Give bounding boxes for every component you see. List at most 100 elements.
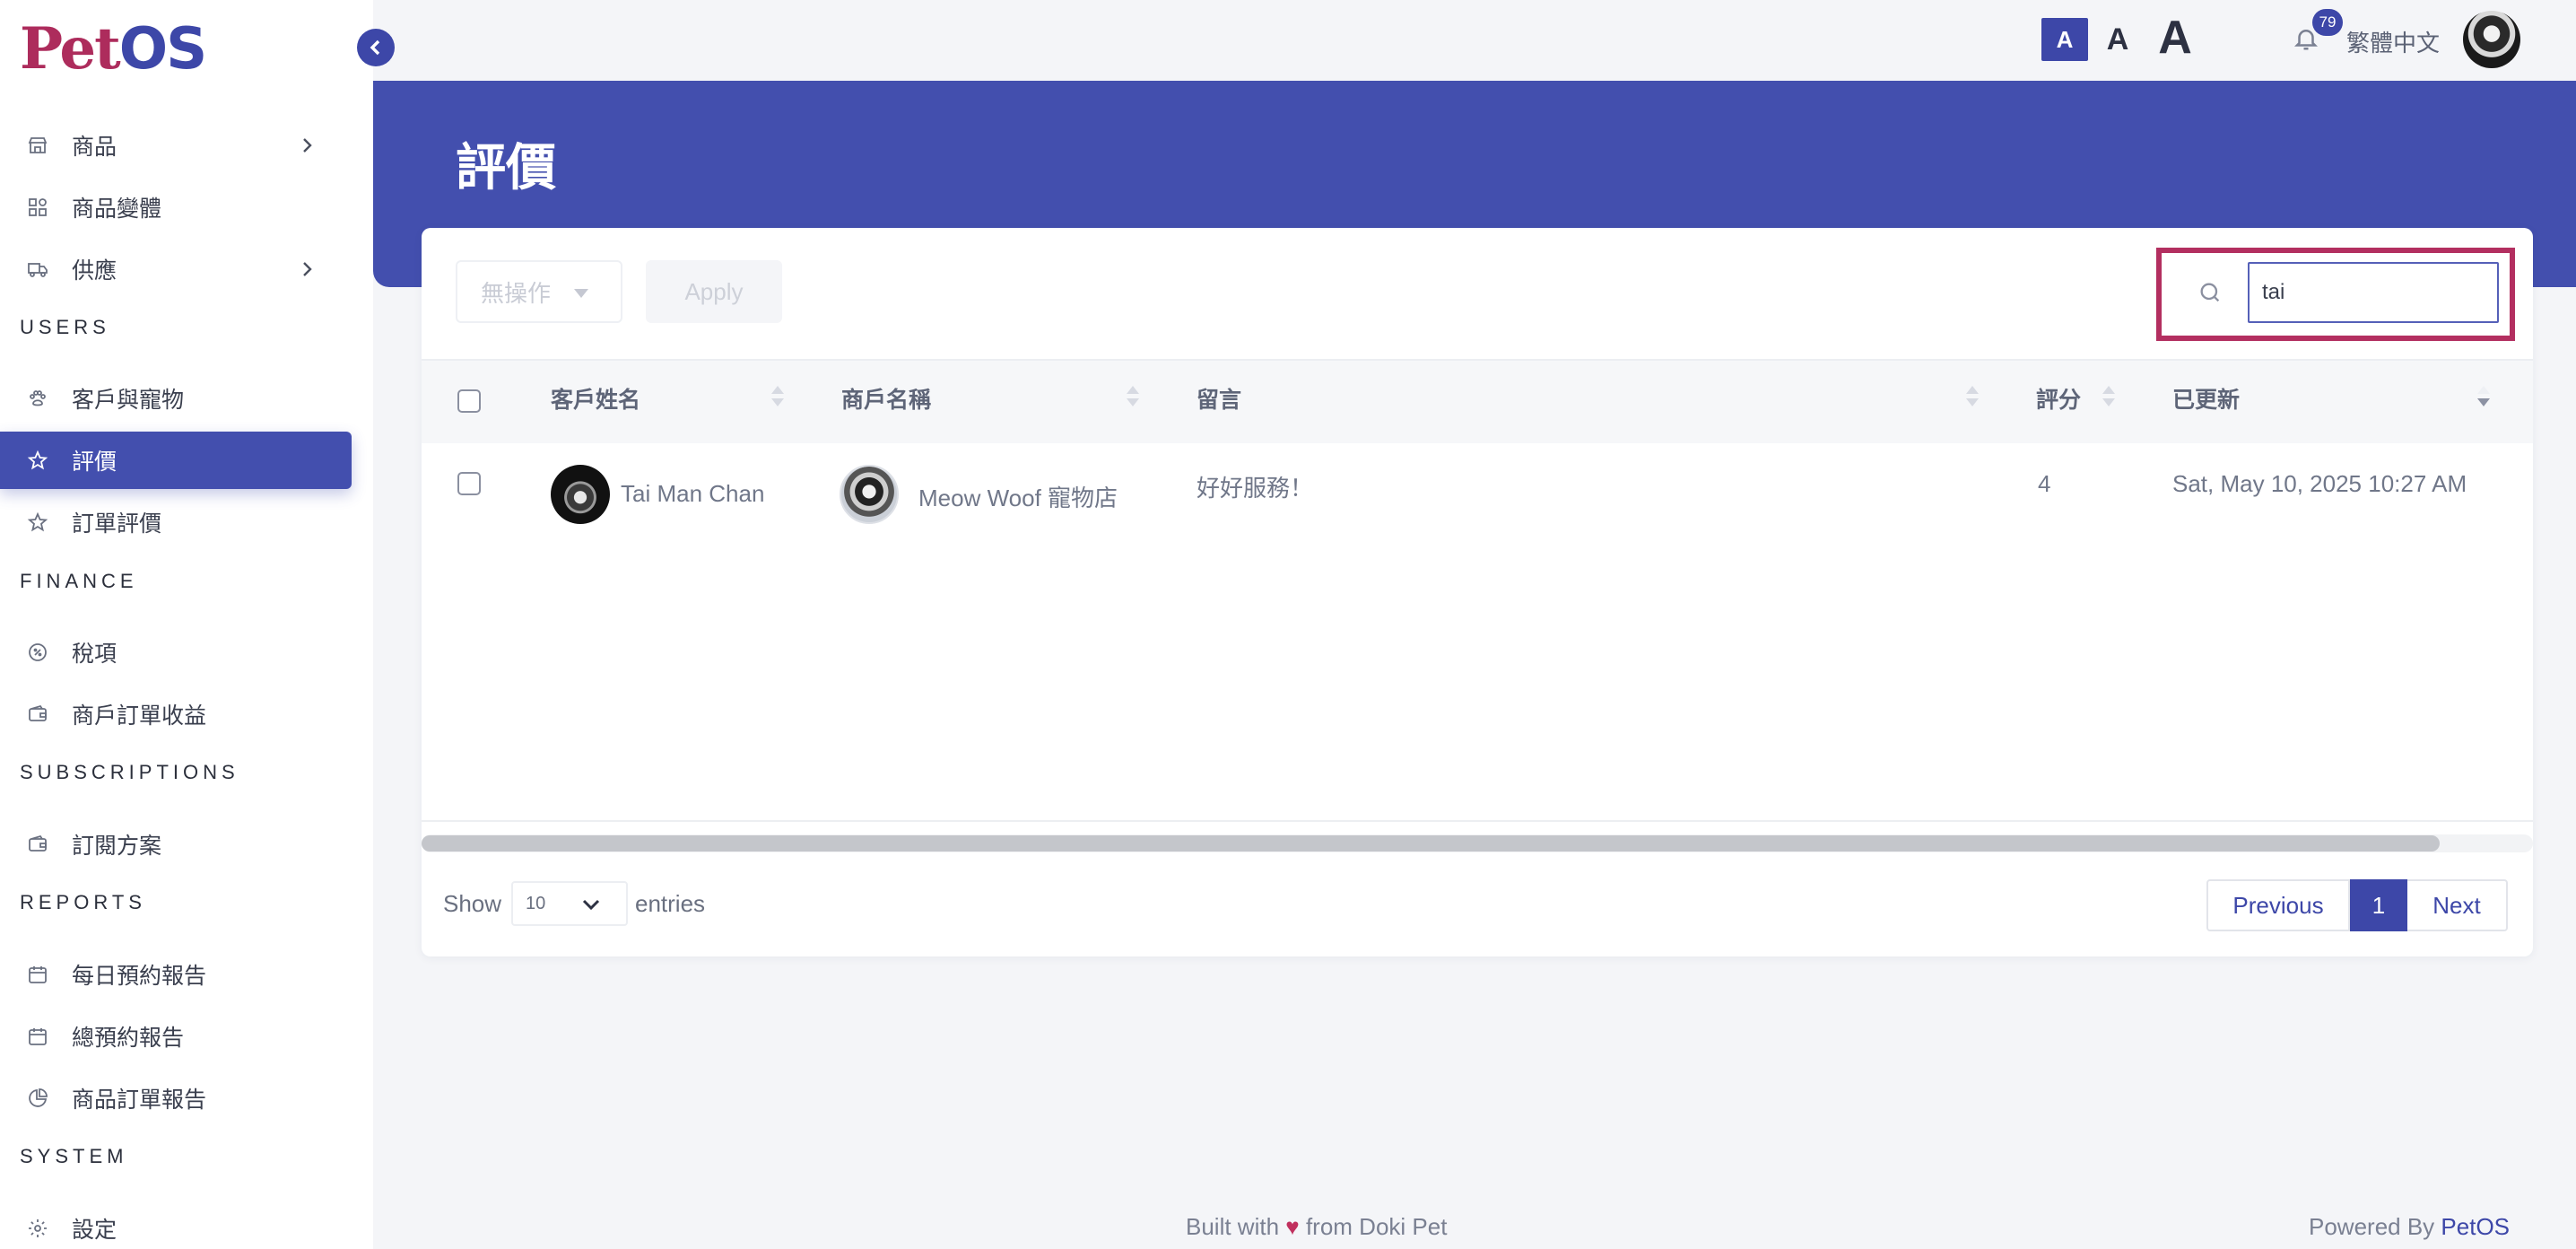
search-input[interactable]	[2248, 262, 2499, 323]
sort-desc-icon[interactable]	[2477, 386, 2490, 411]
sidebar-item-label: 商品變體	[72, 197, 162, 222]
sidebar-item-total-booking-report[interactable]: 總預約報告	[0, 1008, 352, 1065]
chevron-left-icon	[370, 39, 380, 56]
section-title-users: USERS	[20, 316, 110, 338]
sidebar-item-merchant-revenue[interactable]: 商戶訂單收益	[0, 686, 352, 743]
caret-down-icon	[574, 289, 588, 298]
cell-customer-name[interactable]: Tai Man Chan	[621, 480, 764, 508]
star-icon	[25, 510, 50, 535]
column-header-rating[interactable]: 評分	[2036, 382, 2081, 415]
sidebar-item-reviews[interactable]: 評價	[0, 432, 352, 489]
column-header-updated[interactable]: 已更新	[2172, 382, 2240, 415]
row-checkbox[interactable]	[457, 472, 481, 495]
merchant-avatar	[840, 465, 899, 524]
star-icon	[25, 448, 50, 473]
sidebar-item-supply[interactable]: 供應	[0, 240, 352, 298]
sidebar-item-label: 訂閱方案	[72, 834, 162, 859]
sidebar-item-settings[interactable]: 設定	[0, 1200, 352, 1249]
section-title-finance: FINANCE	[20, 570, 138, 592]
column-header-customer[interactable]: 客戶姓名	[551, 382, 640, 415]
search-icon	[2197, 280, 2228, 310]
cell-updated: Sat, May 10, 2025 10:27 AM	[2172, 470, 2467, 497]
font-size-large-button[interactable]: A	[2151, 11, 2199, 65]
footer-built-with: Built with ♥ from Doki Pet	[1186, 1213, 1447, 1241]
sidebar-item-products[interactable]: 商品	[0, 117, 352, 174]
sidebar-item-product-variants[interactable]: 商品變體	[0, 179, 352, 236]
store-icon	[25, 133, 50, 158]
chevron-right-icon	[296, 135, 318, 156]
calendar-icon	[25, 1024, 50, 1049]
chevron-right-icon	[296, 258, 318, 280]
sidebar: PetOS 商品 商品變體 供應 USERS 客戶與寵物 評價 訂單評價 FIN…	[0, 0, 373, 1249]
table-divider	[422, 820, 2533, 822]
sidebar-item-label: 供應	[72, 258, 117, 284]
language-selector[interactable]: 繁體中文	[2346, 25, 2440, 58]
cell-merchant-name[interactable]: Meow Woof 寵物店	[918, 480, 1118, 513]
pie-chart-icon	[25, 1086, 50, 1111]
bulk-action-value: 無操作	[481, 279, 552, 307]
sort-icon[interactable]	[771, 386, 784, 411]
page-title: 評價	[456, 139, 556, 196]
column-header-merchant[interactable]: 商戶名稱	[841, 382, 931, 415]
sidebar-item-label: 商品	[72, 135, 117, 160]
entries-label: entries	[635, 890, 706, 917]
sidebar-item-product-order-report[interactable]: 商品訂單報告	[0, 1070, 352, 1127]
paw-icon	[25, 386, 50, 411]
tax-icon	[25, 640, 50, 665]
sidebar-item-label: 總預約報告	[72, 1026, 185, 1051]
sort-icon[interactable]	[2102, 386, 2115, 411]
entries-value: 10	[526, 893, 546, 913]
user-avatar[interactable]	[2463, 11, 2520, 68]
font-size-small-button[interactable]: A	[2041, 18, 2088, 61]
sidebar-item-subscription-plans[interactable]: 訂閱方案	[0, 816, 352, 873]
sidebar-item-label: 商戶訂單收益	[72, 703, 207, 729]
footer	[373, 1199, 2576, 1249]
heart-icon: ♥	[1285, 1213, 1300, 1240]
wallet-icon	[25, 832, 50, 857]
section-title-system: SYSTEM	[20, 1145, 128, 1167]
chevron-down-icon	[582, 899, 600, 911]
wallet-icon	[25, 702, 50, 727]
petos-logo[interactable]: PetOS	[20, 15, 207, 83]
sidebar-collapse-button[interactable]	[357, 29, 395, 66]
sidebar-item-label: 稅項	[72, 642, 117, 667]
sort-icon[interactable]	[1966, 386, 1979, 411]
cell-message: 好好服務！	[1197, 475, 1314, 502]
sidebar-item-label: 評價	[72, 450, 117, 475]
entries-per-page-select[interactable]: 10	[511, 881, 628, 926]
scrollbar-thumb[interactable]	[422, 835, 2440, 852]
calendar-icon	[25, 962, 50, 987]
notification-count-badge: 79	[2312, 9, 2343, 36]
variants-icon	[25, 195, 50, 220]
footer-built-prefix: Built with	[1186, 1213, 1280, 1240]
font-size-medium-button[interactable]: A	[2099, 18, 2137, 61]
next-page-button[interactable]: Next	[2407, 879, 2508, 931]
show-label: Show	[443, 890, 502, 917]
sidebar-item-tax[interactable]: 稅項	[0, 624, 352, 681]
sidebar-item-daily-booking-report[interactable]: 每日預約報告	[0, 946, 352, 1003]
sort-icon[interactable]	[1127, 386, 1139, 411]
sidebar-item-order-reviews[interactable]: 訂單評價	[0, 493, 352, 551]
section-title-subscriptions: SUBSCRIPTIONS	[20, 761, 239, 783]
column-header-message[interactable]: 留言	[1197, 382, 1241, 415]
section-title-reports: REPORTS	[20, 891, 146, 913]
footer-built-suffix: from Doki Pet	[1305, 1213, 1448, 1240]
customer-avatar	[551, 465, 610, 524]
select-all-checkbox[interactable]	[457, 389, 481, 413]
footer-powered-prefix: Powered By	[2309, 1213, 2435, 1240]
apply-button[interactable]: Apply	[646, 260, 782, 323]
sidebar-item-label: 訂單評價	[72, 511, 162, 537]
sidebar-item-label: 每日預約報告	[72, 964, 207, 989]
cell-rating: 4	[2038, 470, 2051, 497]
sidebar-item-customers-pets[interactable]: 客戶與寵物	[0, 370, 352, 427]
bulk-action-select[interactable]: 無操作	[456, 260, 622, 323]
sidebar-item-label: 商品訂單報告	[72, 1087, 207, 1113]
logo-os-text: OS	[118, 16, 207, 83]
footer-brand-link[interactable]: PetOS	[2441, 1213, 2510, 1240]
truck-icon	[25, 257, 50, 282]
previous-page-button[interactable]: Previous	[2206, 879, 2350, 931]
page-1-button[interactable]: 1	[2350, 879, 2407, 931]
sidebar-item-label: 設定	[72, 1218, 117, 1243]
sidebar-item-label: 客戶與寵物	[72, 388, 185, 413]
logo-pet-text: Pet	[20, 15, 121, 83]
